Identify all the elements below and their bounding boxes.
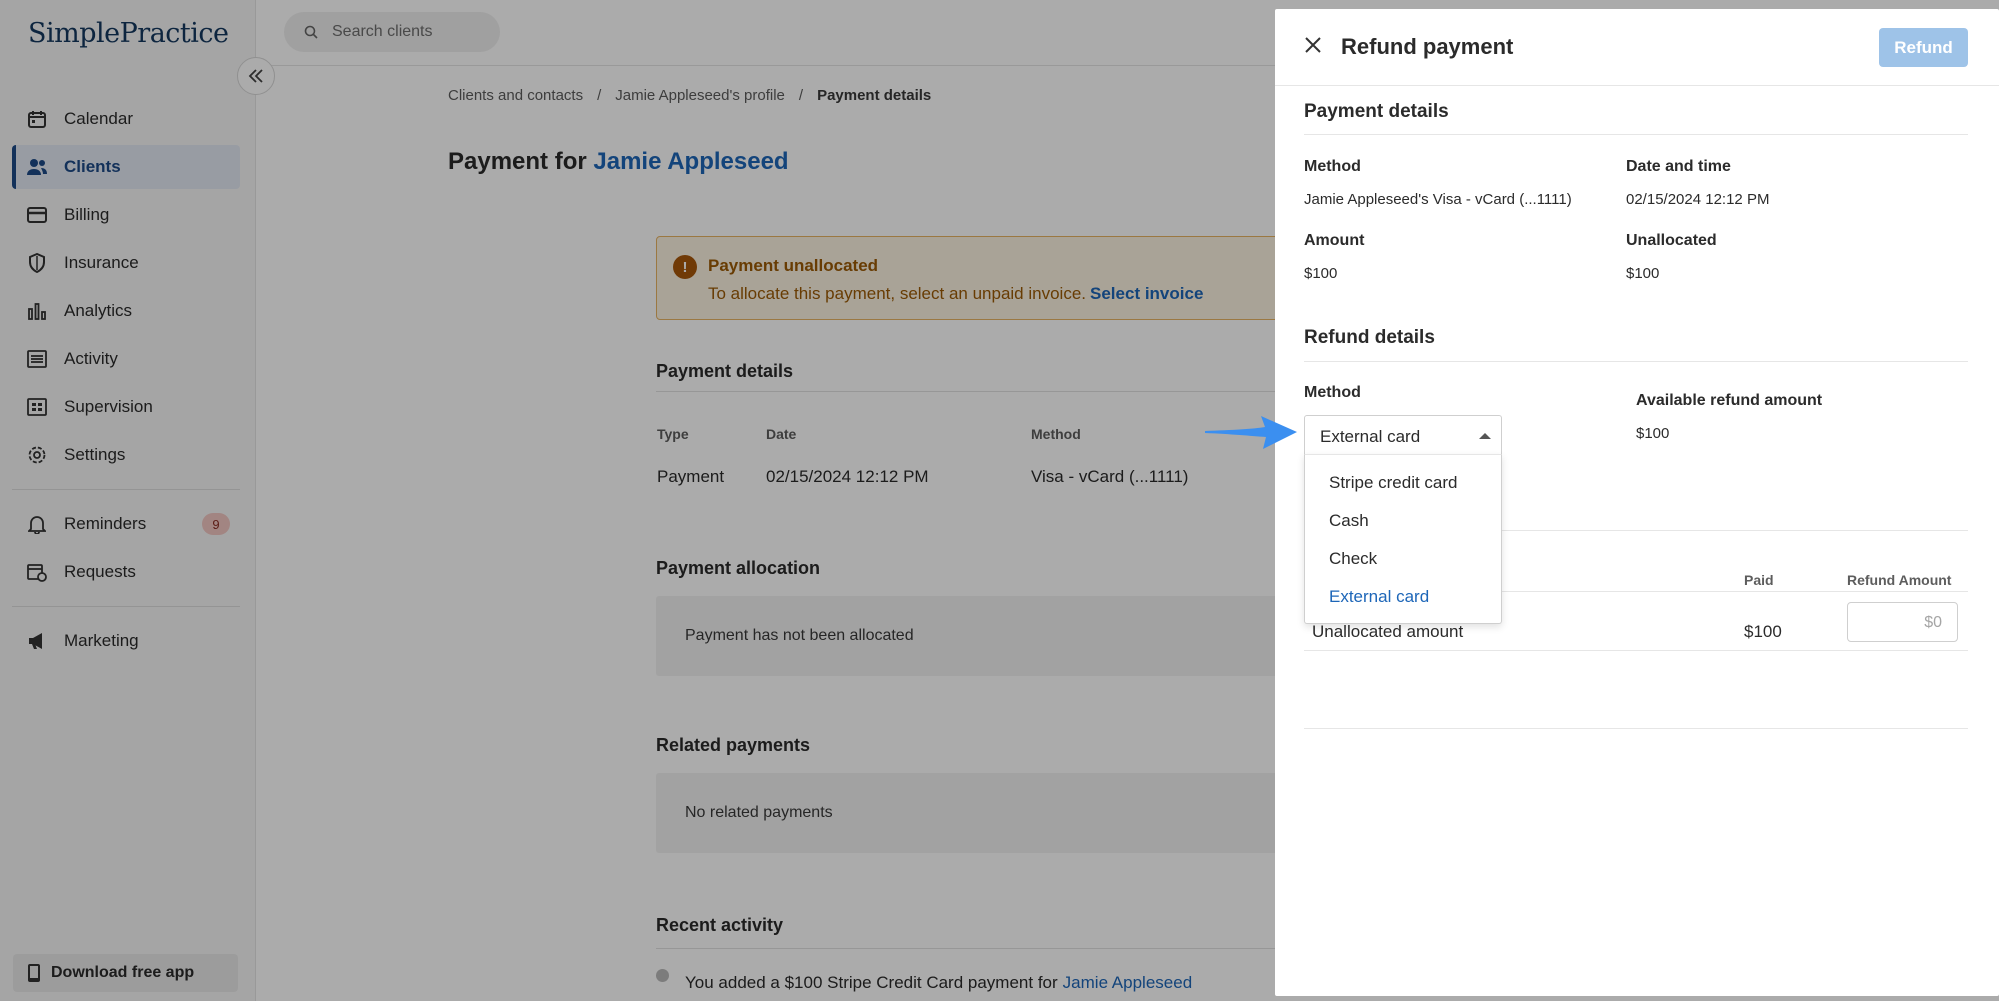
drawer-payment-details-heading: Payment details	[1304, 101, 1449, 122]
refund-button[interactable]: Refund	[1879, 28, 1968, 67]
column-header-paid: Paid	[1744, 572, 1774, 588]
refund-method-dropdown: Stripe credit card Cash Check External c…	[1304, 454, 1502, 624]
unallocated-value: $100	[1626, 265, 1660, 282]
method-label: Method	[1304, 158, 1361, 175]
close-drawer-button[interactable]	[1302, 34, 1324, 56]
option-cash[interactable]: Cash	[1305, 501, 1501, 539]
table-divider	[1304, 650, 1968, 651]
amount-label: Amount	[1304, 232, 1365, 249]
section-divider	[1304, 361, 1968, 362]
refund-amount-input[interactable]: $0	[1847, 602, 1958, 642]
close-icon	[1304, 36, 1322, 54]
option-stripe-credit-card[interactable]: Stripe credit card	[1305, 463, 1501, 501]
refund-method-selected: External card	[1320, 427, 1421, 446]
available-refund-label: Available refund amount	[1636, 392, 1823, 409]
drawer-header: Refund payment Refund	[1275, 9, 1999, 86]
caret-up-icon	[1479, 433, 1491, 439]
drawer-title: Refund payment	[1341, 34, 1514, 59]
method-value: Jamie Appleseed's Visa - vCard (...1111)	[1304, 191, 1572, 208]
refund-details-heading: Refund details	[1304, 327, 1435, 348]
available-refund-value: $100	[1636, 425, 1670, 442]
column-header-refund-amount: Refund Amount	[1847, 572, 1952, 588]
refund-payment-drawer: Refund payment Refund Payment details Me…	[1275, 9, 1999, 996]
unallocated-label: Unallocated	[1626, 232, 1717, 249]
amount-value: $100	[1304, 265, 1338, 282]
unallocated-paid-value: $100	[1744, 622, 1782, 641]
date-time-value: 02/15/2024 12:12 PM	[1626, 191, 1770, 208]
refund-method-select[interactable]: External card	[1304, 415, 1502, 455]
option-check[interactable]: Check	[1305, 539, 1501, 577]
pointer-arrow-icon	[1203, 412, 1298, 457]
section-divider	[1304, 728, 1968, 729]
date-time-label: Date and time	[1626, 158, 1731, 175]
option-external-card[interactable]: External card	[1305, 577, 1501, 615]
refund-method-label: Method	[1304, 384, 1361, 401]
section-divider	[1304, 134, 1968, 135]
unallocated-amount-row-label: Unallocated amount	[1312, 622, 1464, 641]
